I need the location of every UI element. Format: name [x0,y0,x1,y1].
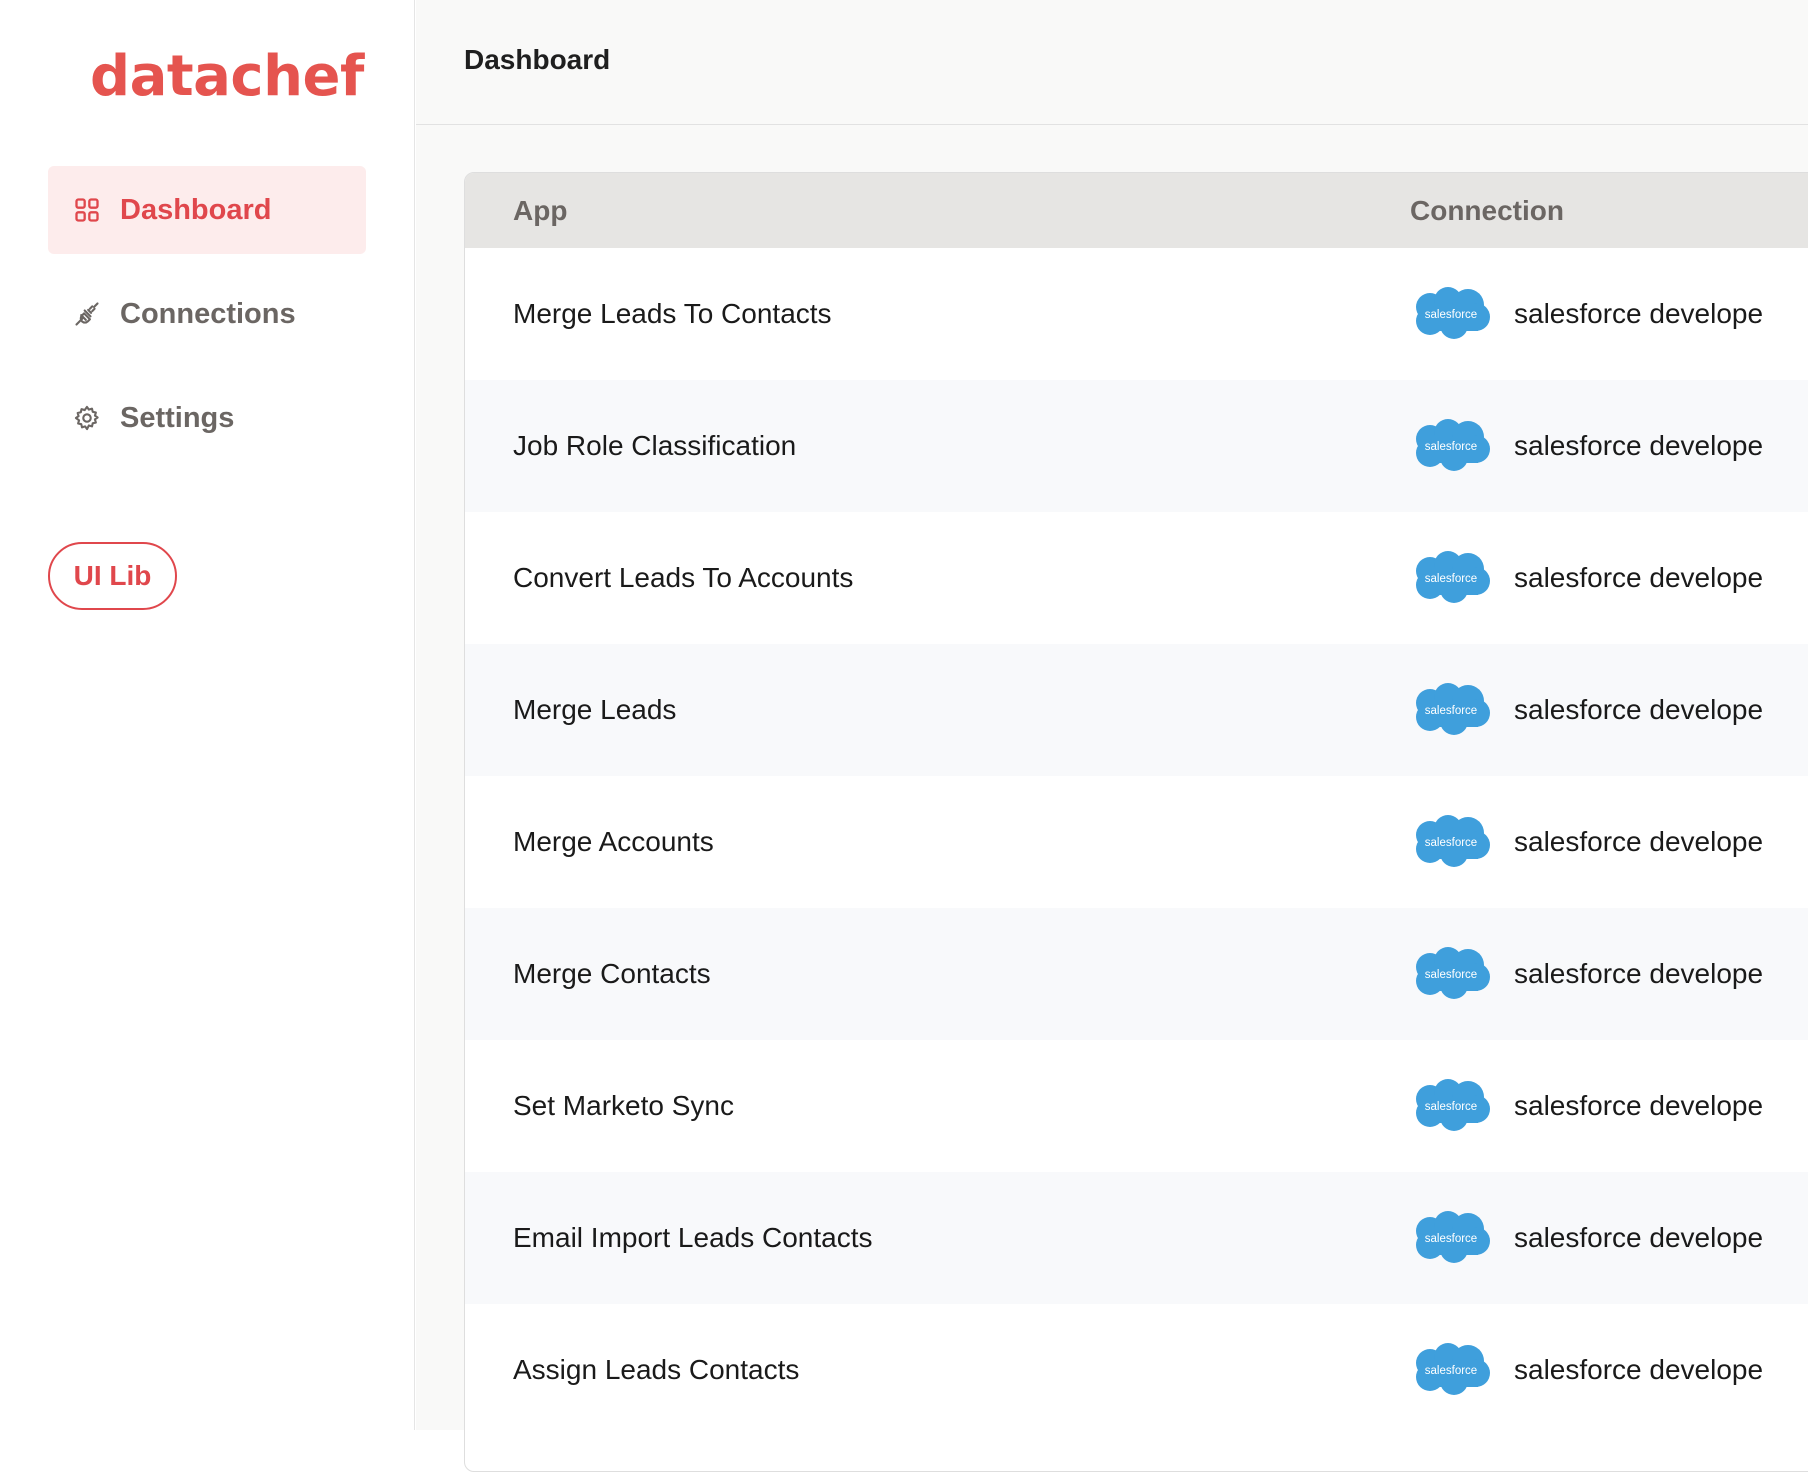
connection-cell: salesforce salesforce develope [1410,549,1763,607]
table-row[interactable]: Merge Leads salesforce salesforce develo… [465,644,1808,776]
column-header-app[interactable]: App [465,195,1410,227]
sidebar-item-label: Dashboard [120,193,272,226]
table-row[interactable]: Merge Contacts salesforce salesforce dev… [465,908,1808,1040]
app-name-cell: Merge Contacts [513,958,711,989]
connection-name: salesforce develope [1514,1222,1764,1253]
connection-cell: salesforce salesforce develope [1410,945,1763,1003]
table-row[interactable]: Merge Accounts salesforce salesforce dev… [465,776,1808,908]
sidebar: datachef Dashboard Connections Settings … [0,0,415,1430]
svg-text:salesforce: salesforce [1425,573,1477,585]
connection-name: salesforce develope [1514,826,1764,857]
page-title: Dashboard [464,44,611,75]
sidebar-item-label: Settings [120,401,235,434]
connection-cell: salesforce salesforce develope [1410,813,1763,871]
sidebar-item-connections[interactable]: Connections [48,270,366,358]
salesforce-logo-icon: salesforce [1410,1077,1492,1135]
table-row[interactable]: Job Role Classification salesforce sales… [465,380,1808,512]
sidebar-item-label: Connections [120,297,296,330]
salesforce-logo-icon: salesforce [1410,681,1492,739]
salesforce-logo-icon: salesforce [1410,945,1492,1003]
connection-cell: salesforce salesforce develope [1410,417,1763,475]
connection-cell: salesforce salesforce develope [1410,1341,1763,1399]
app-name-cell: Job Role Classification [513,430,797,461]
connection-cell: salesforce salesforce develope [1410,1077,1763,1135]
svg-text:salesforce: salesforce [1425,705,1477,717]
table-row[interactable]: Assign Leads Contacts salesforce salesfo… [465,1304,1808,1436]
app-name-cell: Merge Accounts [513,826,714,857]
connection-name: salesforce develope [1514,430,1764,461]
app-name-cell: Merge Leads [513,694,677,725]
connection-name: salesforce develope [1514,298,1764,329]
svg-text:salesforce: salesforce [1425,1233,1477,1245]
table-header: App Connection [465,173,1808,248]
table-body: Merge Leads To Contacts salesforce sales… [465,248,1808,1436]
connection-name: salesforce develope [1514,694,1764,725]
table-row[interactable]: Set Marketo Sync salesforce salesforce d… [465,1040,1808,1172]
ui-lib-button[interactable]: UI Lib [48,542,177,610]
app-name-cell: Assign Leads Contacts [513,1354,800,1385]
salesforce-logo-icon: salesforce [1410,549,1492,607]
salesforce-logo-icon: salesforce [1410,417,1492,475]
connection-name: salesforce develope [1514,1354,1764,1385]
sidebar-item-settings[interactable]: Settings [48,374,366,462]
column-header-connection[interactable]: Connection [1410,195,1564,227]
salesforce-logo-icon: salesforce [1410,813,1492,871]
connection-cell: salesforce salesforce develope [1410,285,1763,343]
svg-text:salesforce: salesforce [1425,1365,1477,1377]
table-row[interactable]: Convert Leads To Accounts salesforce sal… [465,512,1808,644]
salesforce-logo-icon: salesforce [1410,1209,1492,1267]
connection-name: salesforce develope [1514,562,1764,593]
grid-icon [72,195,102,225]
sidebar-item-dashboard[interactable]: Dashboard [48,166,366,254]
svg-text:salesforce: salesforce [1425,837,1477,849]
connection-name: salesforce develope [1514,958,1764,989]
app-name-cell: Email Import Leads Contacts [513,1222,873,1253]
datachef-logo[interactable]: datachef [90,44,364,109]
app-name-cell: Set Marketo Sync [513,1090,734,1121]
app-name-cell: Convert Leads To Accounts [513,562,854,593]
svg-text:salesforce: salesforce [1425,969,1477,981]
app-name-cell: Merge Leads To Contacts [513,298,832,329]
table-row[interactable]: Email Import Leads Contacts salesforce s… [465,1172,1808,1304]
svg-text:salesforce: salesforce [1425,309,1477,321]
connection-name: salesforce develope [1514,1090,1764,1121]
gear-icon [72,403,102,433]
main-content: Dashboard App Connection Merge Leads To … [416,0,1808,1472]
apps-table: App Connection Merge Leads To Contacts s… [464,172,1808,1472]
plug-icon [72,299,102,329]
svg-text:salesforce: salesforce [1425,441,1477,453]
table-row[interactable]: Merge Leads To Contacts salesforce sales… [465,248,1808,380]
svg-text:salesforce: salesforce [1425,1101,1477,1113]
salesforce-logo-icon: salesforce [1410,1341,1492,1399]
connection-cell: salesforce salesforce develope [1410,1209,1763,1267]
connection-cell: salesforce salesforce develope [1410,681,1763,739]
salesforce-logo-icon: salesforce [1410,285,1492,343]
page-header: Dashboard [416,0,1808,125]
